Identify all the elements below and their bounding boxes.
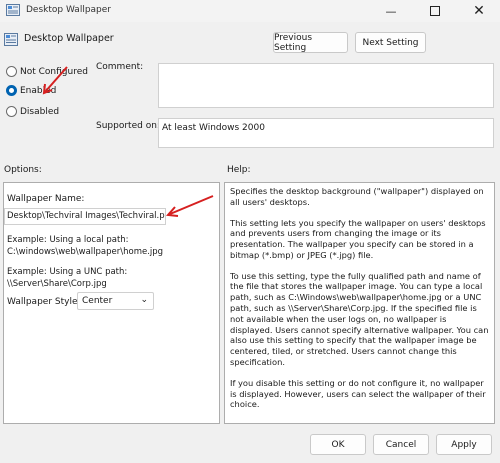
arrow-to-wallpaper-name — [165, 195, 214, 217]
annotation-arrows — [42, 66, 214, 217]
arrow-to-enabled — [42, 66, 68, 95]
